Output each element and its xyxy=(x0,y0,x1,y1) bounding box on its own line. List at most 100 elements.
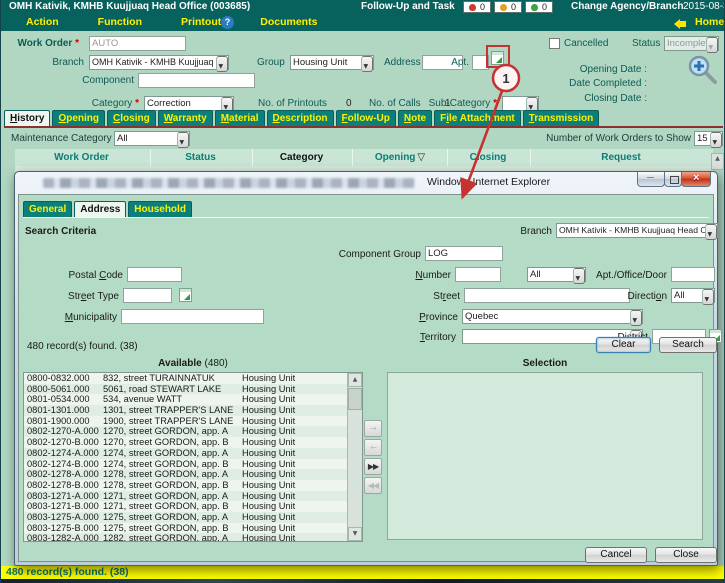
postal-code-input[interactable] xyxy=(127,267,182,282)
column-header[interactable]: Status xyxy=(151,149,253,166)
address-list-item[interactable]: 0803-1282-A.000 1282, street GORDON, app… xyxy=(24,533,347,541)
cancel-button[interactable]: Cancel xyxy=(585,547,647,563)
followup-badge[interactable]: 0 xyxy=(463,1,491,13)
menu-item[interactable]: Action xyxy=(26,16,59,28)
table-scrollbar-up-button[interactable] xyxy=(711,153,724,170)
unit-address: 832, street TURAINNATUK xyxy=(103,373,242,384)
column-header[interactable]: Closing xyxy=(448,149,531,166)
address-list-item[interactable]: 0802-1278-A.000 1278, street GORDON, app… xyxy=(24,469,347,480)
menu-item[interactable]: Function xyxy=(98,16,142,28)
dropdown-button[interactable] xyxy=(702,289,714,305)
home-link[interactable]: Home xyxy=(695,16,724,28)
province-select[interactable]: Quebec xyxy=(462,309,643,324)
scroll-down-button[interactable]: ▼ xyxy=(348,527,362,541)
move-left-button[interactable]: ← xyxy=(364,439,382,456)
change-agency-link[interactable]: Change Agency/Branch xyxy=(571,0,683,14)
main-tab[interactable]: Description xyxy=(267,110,334,126)
scroll-up-button[interactable]: ▲ xyxy=(348,373,362,387)
work-order-input[interactable] xyxy=(89,36,186,51)
move-all-left-button[interactable]: ◀◀ xyxy=(364,477,382,494)
available-list[interactable]: 0800-0832.000 832, street TURAINNATUK Ho… xyxy=(23,372,363,542)
dropdown-button[interactable] xyxy=(705,224,717,240)
popup-title-bar[interactable]: Windows Internet Explorer xyxy=(15,172,717,194)
municipality-input[interactable] xyxy=(121,309,264,324)
apt-office-door-input[interactable] xyxy=(671,267,715,282)
dropdown-button[interactable] xyxy=(706,37,718,53)
dropdown-button[interactable] xyxy=(710,132,722,148)
dropdown-button[interactable] xyxy=(177,132,189,148)
column-header[interactable]: Opening▽ xyxy=(353,149,448,166)
maintenance-category-label: Maintenance Category xyxy=(11,132,112,146)
close-button[interactable]: Close xyxy=(655,547,717,563)
street-type-lookup-icon[interactable] xyxy=(179,288,192,302)
unit-type: Housing Unit xyxy=(242,384,347,395)
followup-badge[interactable]: 0 xyxy=(494,1,522,13)
popup-branch-select[interactable]: OMH Kativik - KMHB Kuujjuaq Head Office xyxy=(556,223,718,238)
help-icon[interactable]: ? xyxy=(221,16,234,29)
main-tab[interactable]: Closing xyxy=(107,110,156,126)
available-list-scrollbar[interactable]: ▲ ▼ xyxy=(347,373,362,541)
address-list-item[interactable]: 0801-1900.000 1900, street TRAPPER'S LAN… xyxy=(24,416,347,427)
popup-tab[interactable]: Household xyxy=(128,201,192,217)
column-header[interactable]: Category xyxy=(253,149,353,166)
dropdown-button[interactable] xyxy=(216,56,228,72)
main-tab[interactable]: File Attachment xyxy=(434,110,521,126)
orders-to-show-select[interactable]: 15 xyxy=(694,131,723,146)
number-label: Number xyxy=(359,268,451,283)
move-all-right-button[interactable]: ▶▶ xyxy=(364,458,382,475)
followup-badge[interactable]: 0 xyxy=(525,1,553,13)
main-tab[interactable]: Follow-Up xyxy=(336,110,396,126)
address-list-item[interactable]: 0801-1301.000 1301, street TRAPPER'S LAN… xyxy=(24,405,347,416)
address-list-item[interactable]: 0802-1274-B.000 1274, street GORDON, app… xyxy=(24,459,347,470)
dropdown-button[interactable] xyxy=(361,56,373,72)
main-tab[interactable]: Warranty xyxy=(158,110,213,126)
search-button[interactable]: Search xyxy=(659,337,717,353)
maximize-button[interactable] xyxy=(664,172,682,187)
address-list-item[interactable]: 0802-1270-B.000 1270, street GORDON, app… xyxy=(24,437,347,448)
popup-tab[interactable]: General xyxy=(23,201,72,217)
menu-item[interactable]: Documents xyxy=(260,16,317,28)
direction-select[interactable]: All xyxy=(671,288,715,303)
menu-item[interactable]: Printout xyxy=(181,16,221,28)
cancelled-checkbox[interactable] xyxy=(549,38,560,49)
main-tab[interactable]: Material xyxy=(215,110,265,126)
street-type-input[interactable] xyxy=(123,288,172,303)
zoom-icon[interactable] xyxy=(687,54,721,88)
apt-input[interactable] xyxy=(472,55,489,70)
address-list-item[interactable]: 0803-1271-B.000 1271, street GORDON, app… xyxy=(24,501,347,512)
category-select[interactable]: Correction xyxy=(144,96,234,111)
column-header[interactable]: Work Order xyxy=(15,149,151,166)
back-arrow-icon[interactable] xyxy=(669,19,686,29)
main-tab[interactable]: Note xyxy=(398,110,432,126)
number-input[interactable] xyxy=(455,267,501,282)
address-list-item[interactable]: 0803-1275-B.000 1275, street GORDON, app… xyxy=(24,523,347,534)
selection-list[interactable] xyxy=(387,372,703,540)
popup-tab[interactable]: Address xyxy=(74,201,126,217)
address-list-item[interactable]: 0800-0832.000 832, street TURAINNATUK Ho… xyxy=(24,373,347,384)
move-right-button[interactable]: → xyxy=(364,420,382,437)
dropdown-button[interactable] xyxy=(630,310,642,326)
status-select[interactable]: Incomplete xyxy=(664,36,719,51)
apt-lookup-icon[interactable] xyxy=(491,51,504,65)
column-header[interactable]: Request xyxy=(531,149,713,166)
address-list-item[interactable]: 0800-5061.000 5061, road STEWART LAKE Ho… xyxy=(24,384,347,395)
maintenance-category-select[interactable]: All xyxy=(114,131,190,146)
main-tab[interactable]: Opening xyxy=(52,110,105,126)
component-group-input[interactable] xyxy=(425,246,503,261)
minimize-button[interactable] xyxy=(637,172,665,187)
close-window-button[interactable] xyxy=(681,172,711,187)
address-list-item[interactable]: 0801-0534.000 534, avenue WATT Housing U… xyxy=(24,394,347,405)
address-list-item[interactable]: 0802-1270-A.000 1270, street GORDON, app… xyxy=(24,426,347,437)
main-tab[interactable]: History xyxy=(4,110,50,126)
component-input[interactable] xyxy=(138,73,255,88)
clear-button[interactable]: Clear xyxy=(596,337,651,353)
address-list-item[interactable]: 0803-1275-A.000 1275, street GORDON, app… xyxy=(24,512,347,523)
subcategory-select[interactable] xyxy=(502,96,539,111)
address-list-item[interactable]: 0802-1274-A.000 1274, street GORDON, app… xyxy=(24,448,347,459)
scroll-thumb[interactable] xyxy=(348,388,362,410)
address-list-item[interactable]: 0802-1278-B.000 1278, street GORDON, app… xyxy=(24,480,347,491)
address-list-item[interactable]: 0803-1271-A.000 1271, street GORDON, app… xyxy=(24,491,347,502)
group-select[interactable]: Housing Unit xyxy=(290,55,374,70)
branch-select[interactable]: OMH Kativik - KMHB Kuujjuaq He xyxy=(89,55,229,70)
main-tab[interactable]: Transmission xyxy=(523,110,599,126)
